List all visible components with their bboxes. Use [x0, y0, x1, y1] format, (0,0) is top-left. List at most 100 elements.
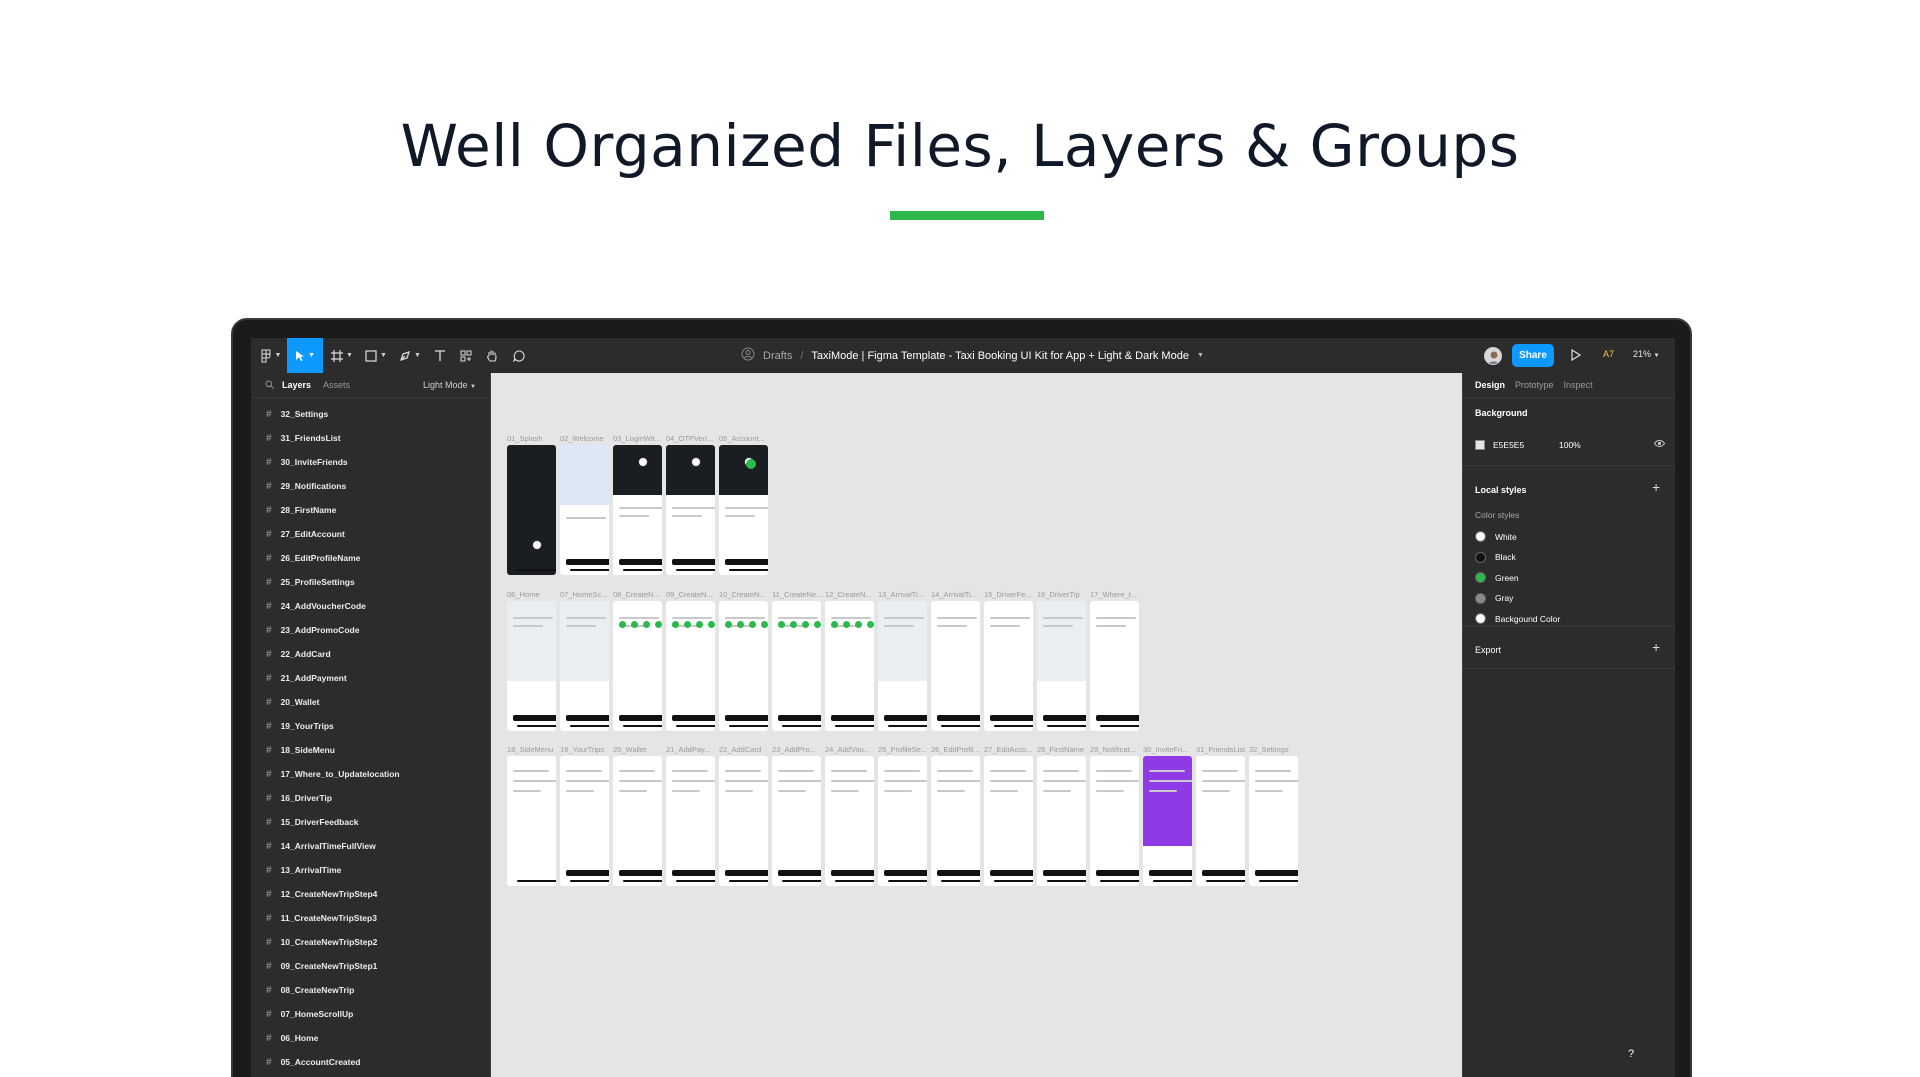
artboard-frame[interactable]	[666, 601, 715, 731]
layer-item[interactable]: #24_AddVoucherCode	[251, 594, 490, 618]
text-tool-icon[interactable]	[429, 338, 451, 373]
frame-label[interactable]: 13_ArrivalTi...	[878, 590, 924, 599]
share-button[interactable]: Share	[1512, 344, 1554, 367]
frame-label[interactable]: 04_OTPVeri...	[666, 434, 713, 443]
frame-label[interactable]: 09_CreateN...	[666, 590, 713, 599]
layer-item[interactable]: #06_Home	[251, 1026, 490, 1050]
collaborator-badge[interactable]: A7	[1603, 349, 1614, 359]
figma-menu-icon[interactable]: ▼	[257, 338, 285, 373]
file-name[interactable]: TaxiMode | Figma Template - Taxi Booking…	[811, 350, 1189, 362]
frame-label[interactable]: 21_AddPay...	[666, 745, 710, 754]
layer-item[interactable]: #10_CreateNewTripStep2	[251, 930, 490, 954]
layer-item[interactable]: #08_CreateNewTrip	[251, 978, 490, 1002]
tab-inspect[interactable]: Inspect	[1564, 380, 1593, 390]
artboard-frame[interactable]	[984, 601, 1033, 731]
layer-item[interactable]: #19_YourTrips	[251, 714, 490, 738]
artboard-frame[interactable]	[1037, 756, 1086, 886]
artboard-frame[interactable]	[560, 601, 609, 731]
breadcrumb-drafts[interactable]: Drafts	[763, 350, 792, 362]
layer-item[interactable]: #27_EditAccount	[251, 522, 490, 546]
frame-label[interactable]: 16_DriverTip	[1037, 590, 1080, 599]
eye-icon[interactable]	[1653, 439, 1666, 450]
help-button[interactable]: ?	[1620, 1043, 1642, 1065]
artboard-frame[interactable]	[719, 756, 768, 886]
frame-label[interactable]: 12_CreateN...	[825, 590, 872, 599]
layer-item[interactable]: #29_Notifications	[251, 474, 490, 498]
artboard-frame[interactable]	[931, 601, 980, 731]
background-opacity[interactable]: 100%	[1559, 440, 1581, 450]
artboard-frame[interactable]	[1249, 756, 1298, 886]
avatar[interactable]	[1484, 347, 1502, 365]
frame-label[interactable]: 31_FriendsList	[1196, 745, 1245, 754]
layer-item[interactable]: #07_HomeScrollUp	[251, 1002, 490, 1026]
layer-item[interactable]: #23_AddPromoCode	[251, 618, 490, 642]
frame-label[interactable]: 20_Wallet	[613, 745, 646, 754]
frame-label[interactable]: 08_CreateN...	[613, 590, 660, 599]
shape-tool-icon[interactable]: ▼	[361, 338, 391, 373]
frame-label[interactable]: 18_SideMenu	[507, 745, 553, 754]
artboard-frame[interactable]	[772, 601, 821, 731]
artboard-frame[interactable]	[772, 756, 821, 886]
pen-tool-icon[interactable]: ▼	[395, 338, 425, 373]
frame-label[interactable]: 27_EditAcco...	[984, 745, 1032, 754]
layer-item[interactable]: #18_SideMenu	[251, 738, 490, 762]
layer-item[interactable]: #09_CreateNewTripStep1	[251, 954, 490, 978]
layer-item[interactable]: #14_ArrivalTimeFullView	[251, 834, 490, 858]
layer-item[interactable]: #22_AddCard	[251, 642, 490, 666]
chevron-down-icon[interactable]: ▼	[1197, 352, 1204, 359]
layer-item[interactable]: #30_InviteFriends	[251, 450, 490, 474]
tab-assets[interactable]: Assets	[323, 380, 350, 390]
frame-label[interactable]: 28_FirstName	[1037, 745, 1084, 754]
background-swatch[interactable]	[1475, 440, 1485, 450]
frame-label[interactable]: 05_Account...	[719, 434, 765, 443]
background-hex[interactable]: E5E5E5	[1493, 440, 1524, 450]
artboard-frame[interactable]	[560, 445, 609, 575]
design-canvas[interactable]: 01_Splash 02_Welcome 03_LoginWit... 04_OTPV…	[492, 373, 1462, 1077]
frame-label[interactable]: 03_LoginWit...	[613, 434, 661, 443]
artboard-frame[interactable]	[878, 756, 927, 886]
layer-item[interactable]: #11_CreateNewTripStep3	[251, 906, 490, 930]
artboard-frame[interactable]	[507, 756, 556, 886]
frame-label[interactable]: 32_Settings	[1249, 745, 1289, 754]
layer-item[interactable]: #21_AddPayment	[251, 666, 490, 690]
frame-label[interactable]: 19_YourTrips	[560, 745, 604, 754]
frame-label[interactable]: 06_Home	[507, 590, 540, 599]
add-style-icon[interactable]: +	[1652, 479, 1660, 495]
tab-prototype[interactable]: Prototype	[1515, 380, 1554, 390]
artboard-frame[interactable]	[825, 756, 874, 886]
artboard-frame[interactable]	[613, 756, 662, 886]
layer-item[interactable]: #05_AccountCreated	[251, 1050, 490, 1074]
artboard-frame[interactable]	[1196, 756, 1245, 886]
color-style-item[interactable]: Black	[1475, 551, 1516, 563]
layer-item[interactable]: #31_FriendsList	[251, 426, 490, 450]
add-export-icon[interactable]: +	[1652, 639, 1660, 655]
frame-label[interactable]: 23_AddPro...	[772, 745, 816, 754]
artboard-frame[interactable]	[1037, 601, 1086, 731]
comment-icon[interactable]	[507, 338, 531, 373]
layer-item[interactable]: #26_EditProfileName	[251, 546, 490, 570]
frame-label[interactable]: 07_HomeSc...	[560, 590, 608, 599]
layer-item[interactable]: #32_Settings	[251, 402, 490, 426]
frame-label[interactable]: 26_EditProfil...	[931, 745, 980, 754]
tab-design[interactable]: Design	[1475, 380, 1505, 390]
layer-item[interactable]: #20_Wallet	[251, 690, 490, 714]
frame-label[interactable]: 30_InviteFri...	[1143, 745, 1188, 754]
artboard-frame[interactable]	[666, 445, 715, 575]
artboard-frame[interactable]	[507, 601, 556, 731]
page-selector[interactable]: Light Mode ▼	[423, 380, 476, 390]
frame-label[interactable]: 15_DriverFe...	[984, 590, 1032, 599]
artboard-frame[interactable]	[1090, 756, 1139, 886]
frame-label[interactable]: 17_Where_t...	[1090, 590, 1137, 599]
layer-item[interactable]: #25_ProfileSettings	[251, 570, 490, 594]
color-style-item[interactable]: White	[1475, 531, 1517, 542]
frame-label[interactable]: 10_CreateN...	[719, 590, 766, 599]
color-style-item[interactable]: Green	[1475, 572, 1519, 583]
artboard-frame[interactable]	[878, 601, 927, 731]
artboard-frame[interactable]	[613, 601, 662, 731]
color-style-item[interactable]: Backgound Color	[1475, 613, 1560, 624]
hand-tool-icon[interactable]	[481, 338, 503, 373]
frame-label[interactable]: 24_AddVou...	[825, 745, 870, 754]
artboard-frame[interactable]	[1143, 756, 1192, 886]
frame-label[interactable]: 29_Notificat...	[1090, 745, 1136, 754]
artboard-frame[interactable]	[984, 756, 1033, 886]
